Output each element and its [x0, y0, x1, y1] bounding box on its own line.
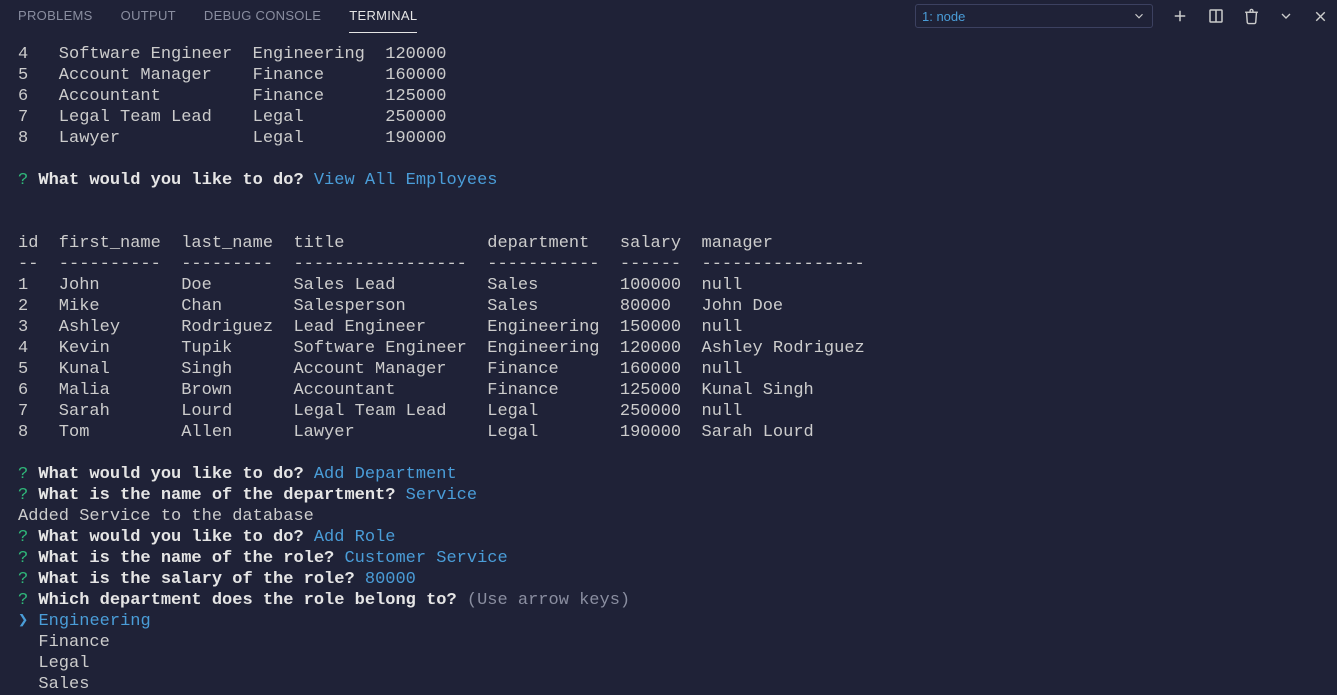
new-terminal-icon[interactable]: [1171, 7, 1189, 25]
panel-tabs: PROBLEMS OUTPUT DEBUG CONSOLE TERMINAL: [18, 0, 417, 33]
tab-output[interactable]: OUTPUT: [121, 0, 176, 33]
terminal-selector-label: 1: node: [922, 6, 965, 27]
terminal-output[interactable]: 4 Software Engineer Engineering 120000 5…: [0, 32, 1337, 695]
panel-top-bar: PROBLEMS OUTPUT DEBUG CONSOLE TERMINAL 1…: [0, 0, 1337, 32]
split-terminal-icon[interactable]: [1207, 7, 1225, 25]
tab-problems[interactable]: PROBLEMS: [18, 0, 93, 33]
close-panel-icon[interactable]: [1312, 8, 1329, 25]
panel-actions: 1: node: [915, 4, 1329, 28]
terminal-selector[interactable]: 1: node: [915, 4, 1153, 28]
kill-terminal-icon[interactable]: [1243, 8, 1260, 25]
maximize-panel-icon[interactable]: [1278, 8, 1294, 24]
chevron-down-icon: [1132, 9, 1146, 23]
tab-debug-console[interactable]: DEBUG CONSOLE: [204, 0, 321, 33]
tab-terminal[interactable]: TERMINAL: [349, 0, 417, 33]
